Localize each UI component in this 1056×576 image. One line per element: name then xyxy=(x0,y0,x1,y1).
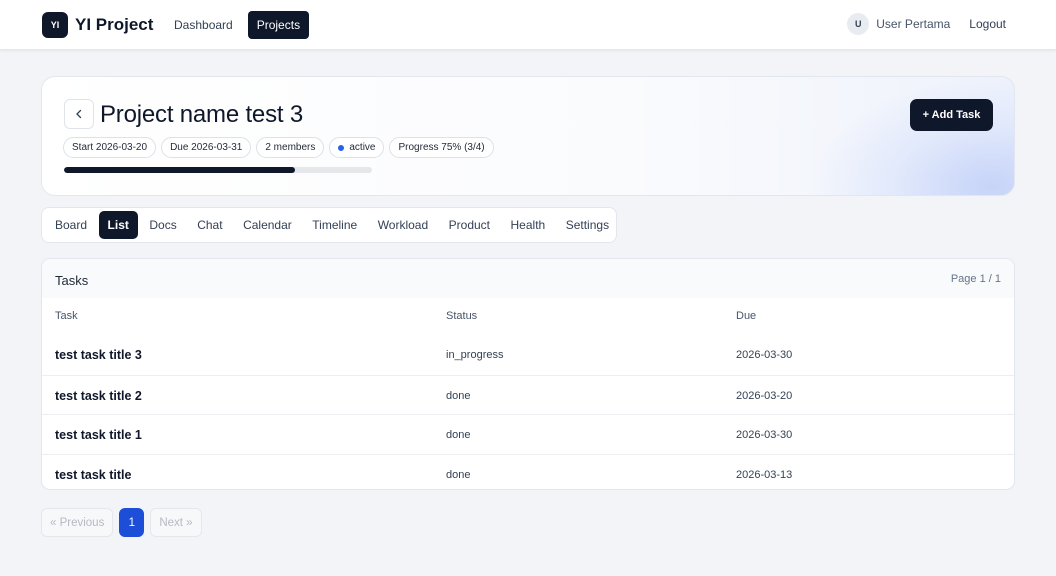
column-header-status[interactable]: Status xyxy=(446,310,477,322)
progress-bar-fill xyxy=(64,167,295,173)
previous-page-button[interactable]: « Previous xyxy=(41,508,114,537)
nav-link-dashboard[interactable]: Dashboard xyxy=(165,11,242,39)
column-header-due[interactable]: Due xyxy=(736,310,756,322)
logout-link[interactable]: Logout xyxy=(969,17,1006,31)
task-status-cell: done xyxy=(446,429,471,441)
avatar[interactable]: U xyxy=(847,13,870,35)
tab-list[interactable]: List xyxy=(98,211,138,239)
pagination: « Previous 1 Next » xyxy=(41,508,202,537)
task-status-cell: in_progress xyxy=(446,349,504,361)
add-task-button[interactable]: + Add Task xyxy=(910,99,993,131)
task-status-cell: done xyxy=(446,468,471,481)
status-chip: active xyxy=(329,137,385,158)
task-due-cell: 2026-03-13 xyxy=(736,468,793,481)
task-due-cell: 2026-03-20 xyxy=(736,389,793,402)
brand[interactable]: YI YI Project xyxy=(42,12,153,38)
progress-bar xyxy=(64,167,372,173)
table-row[interactable]: test task title 3 in_progress 2026-03-30 xyxy=(42,335,1014,375)
due-date-chip: Due 2026-03-31 xyxy=(161,137,252,158)
status-chip-label: active xyxy=(349,142,376,153)
back-button[interactable] xyxy=(64,99,94,129)
user-area: U User Pertama Logout xyxy=(847,13,1006,35)
chevron-left-icon xyxy=(76,109,82,119)
status-dot-icon xyxy=(338,144,345,151)
brand-name: YI Project xyxy=(75,15,154,34)
task-title-cell[interactable]: test task title 2 xyxy=(55,389,142,403)
user-name[interactable]: User Pertama xyxy=(876,17,950,31)
nav-link-projects[interactable]: Projects xyxy=(247,11,310,39)
table-header: Task Status Due xyxy=(42,298,1014,335)
tab-health[interactable]: Health xyxy=(502,211,555,239)
page-1-button[interactable]: 1 xyxy=(119,508,145,537)
task-status-cell: done xyxy=(446,389,471,402)
tab-workload[interactable]: Workload xyxy=(369,211,437,239)
task-title-cell[interactable]: test task title xyxy=(55,468,131,482)
tasks-card-header: Tasks Page 1 / 1 xyxy=(42,259,1014,298)
table-row[interactable]: test task title 1 done 2026-03-30 xyxy=(42,414,1014,454)
column-header-task[interactable]: Task xyxy=(55,310,78,322)
project-title: Project name test 3 xyxy=(100,101,303,128)
main-nav: Dashboard Projects xyxy=(165,11,310,39)
tab-product[interactable]: Product xyxy=(440,211,499,239)
table-body: test task title 3 in_progress 2026-03-30… xyxy=(42,335,1014,490)
tab-timeline[interactable]: Timeline xyxy=(303,211,366,239)
tab-settings[interactable]: Settings xyxy=(557,211,618,239)
task-due-cell: 2026-03-30 xyxy=(736,349,793,361)
page-info: Page 1 / 1 xyxy=(950,273,1001,285)
project-tabs: Board List Docs Chat Calendar Timeline W… xyxy=(41,207,617,243)
table-row[interactable]: test task title 2 done 2026-03-20 xyxy=(42,374,1014,415)
tab-board[interactable]: Board xyxy=(46,211,96,239)
start-date-chip: Start 2026-03-20 xyxy=(63,137,157,158)
next-page-button[interactable]: Next » xyxy=(150,508,202,537)
tab-calendar[interactable]: Calendar xyxy=(234,211,301,239)
progress-chip: Progress 75% (3/4) xyxy=(389,137,494,158)
top-navbar: YI YI Project Dashboard Projects U User … xyxy=(0,0,1056,50)
tab-chat[interactable]: Chat xyxy=(188,211,231,239)
members-chip: 2 members xyxy=(256,137,325,158)
tasks-title: Tasks xyxy=(55,273,89,288)
table-row[interactable]: test task title done 2026-03-13 xyxy=(42,453,1014,490)
project-header-card: Project name test 3 Start 2026-03-20 Due… xyxy=(41,76,1015,196)
task-title-cell[interactable]: test task title 1 xyxy=(55,428,142,442)
tasks-table-card: Tasks Page 1 / 1 Task Status Due test ta… xyxy=(41,258,1015,490)
task-title-cell[interactable]: test task title 3 xyxy=(55,348,142,362)
brand-logo: YI xyxy=(42,12,68,38)
tab-docs[interactable]: Docs xyxy=(140,211,185,239)
project-meta-chips: Start 2026-03-20 Due 2026-03-31 2 member… xyxy=(63,137,494,158)
task-due-cell: 2026-03-30 xyxy=(736,429,793,441)
